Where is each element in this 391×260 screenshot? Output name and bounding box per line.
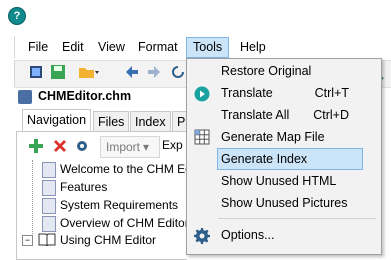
menu-file[interactable]: File xyxy=(22,38,54,57)
menu-help[interactable]: Help xyxy=(234,38,272,57)
menu-item-generate-map-file[interactable]: Generate Map File xyxy=(187,127,379,148)
menu-item-show-unused-pictures[interactable]: Show Unused Pictures xyxy=(187,193,379,214)
menu-item-translate[interactable]: Translate Ctrl+T xyxy=(187,83,379,104)
menu-item-show-unused-html[interactable]: Show Unused HTML xyxy=(187,171,379,192)
menu-item-shortcut: Ctrl+T xyxy=(314,86,349,100)
x-icon[interactable] xyxy=(52,138,68,154)
menu-item-label: Restore Original xyxy=(221,64,312,78)
folder-dropdown-icon[interactable] xyxy=(78,64,100,80)
collapse-toggle-icon[interactable]: − xyxy=(22,235,33,246)
book-icon xyxy=(18,90,32,104)
menu-item-label: Translate All xyxy=(221,108,290,122)
menu-item-restore-original[interactable]: Restore Original xyxy=(187,61,379,82)
document-tab-title[interactable]: CHMEditor.chm xyxy=(38,89,131,103)
menu-edit[interactable]: Edit xyxy=(56,38,90,57)
menu-item-label: Translate xyxy=(221,86,273,100)
help-question-icon: ? xyxy=(8,7,26,25)
menu-item-translate-all[interactable]: Translate All Ctrl+D xyxy=(187,105,379,126)
list-item[interactable]: Overview of CHM Editor xyxy=(60,214,189,232)
refresh-icon[interactable] xyxy=(170,64,186,80)
title-bar xyxy=(0,0,391,30)
import-button[interactable]: Import ▾ xyxy=(100,136,160,158)
tab-files[interactable]: Files xyxy=(93,111,130,132)
book-icon xyxy=(38,233,56,246)
list-item[interactable]: Welcome to the CHM Edito xyxy=(60,160,205,178)
tree-line xyxy=(32,160,33,242)
menu-separator xyxy=(218,218,376,219)
menu-item-options[interactable]: Options... xyxy=(187,225,379,246)
menu-item-label: Generate Index xyxy=(221,152,308,166)
list-item[interactable]: Features xyxy=(60,178,107,196)
tab-navigation[interactable]: Navigation xyxy=(22,109,92,132)
page-icon xyxy=(42,180,56,196)
forward-arrow-icon[interactable] xyxy=(146,64,162,80)
menu-tools[interactable]: Tools xyxy=(186,37,230,58)
export-button[interactable]: Exp xyxy=(162,138,183,152)
tab-index[interactable]: Index xyxy=(130,111,171,132)
menu-item-label: Show Unused HTML xyxy=(221,174,337,188)
plus-icon[interactable] xyxy=(28,138,44,154)
menu-item-label: Options... xyxy=(221,228,275,242)
list-item[interactable]: System Requirements xyxy=(60,196,178,214)
menu-format[interactable]: Format xyxy=(132,38,184,57)
page-icon xyxy=(42,162,56,178)
back-arrow-icon[interactable] xyxy=(124,64,140,80)
save-icon[interactable] xyxy=(50,64,66,80)
gear-icon[interactable] xyxy=(74,138,90,154)
menu-item-label: Generate Map File xyxy=(221,130,325,144)
menu-view[interactable]: View xyxy=(92,38,131,57)
menu-item-label: Show Unused Pictures xyxy=(221,196,348,210)
page-icon xyxy=(42,198,56,214)
list-item[interactable]: Using CHM Editor xyxy=(60,231,156,249)
page-icon xyxy=(42,216,56,232)
open-book-icon[interactable] xyxy=(28,64,44,80)
menu-item-generate-index[interactable]: Generate Index xyxy=(217,148,363,170)
import-label: Import xyxy=(106,140,141,154)
chevron-down-icon: ▾ xyxy=(143,140,150,154)
menu-item-shortcut: Ctrl+D xyxy=(313,108,349,122)
